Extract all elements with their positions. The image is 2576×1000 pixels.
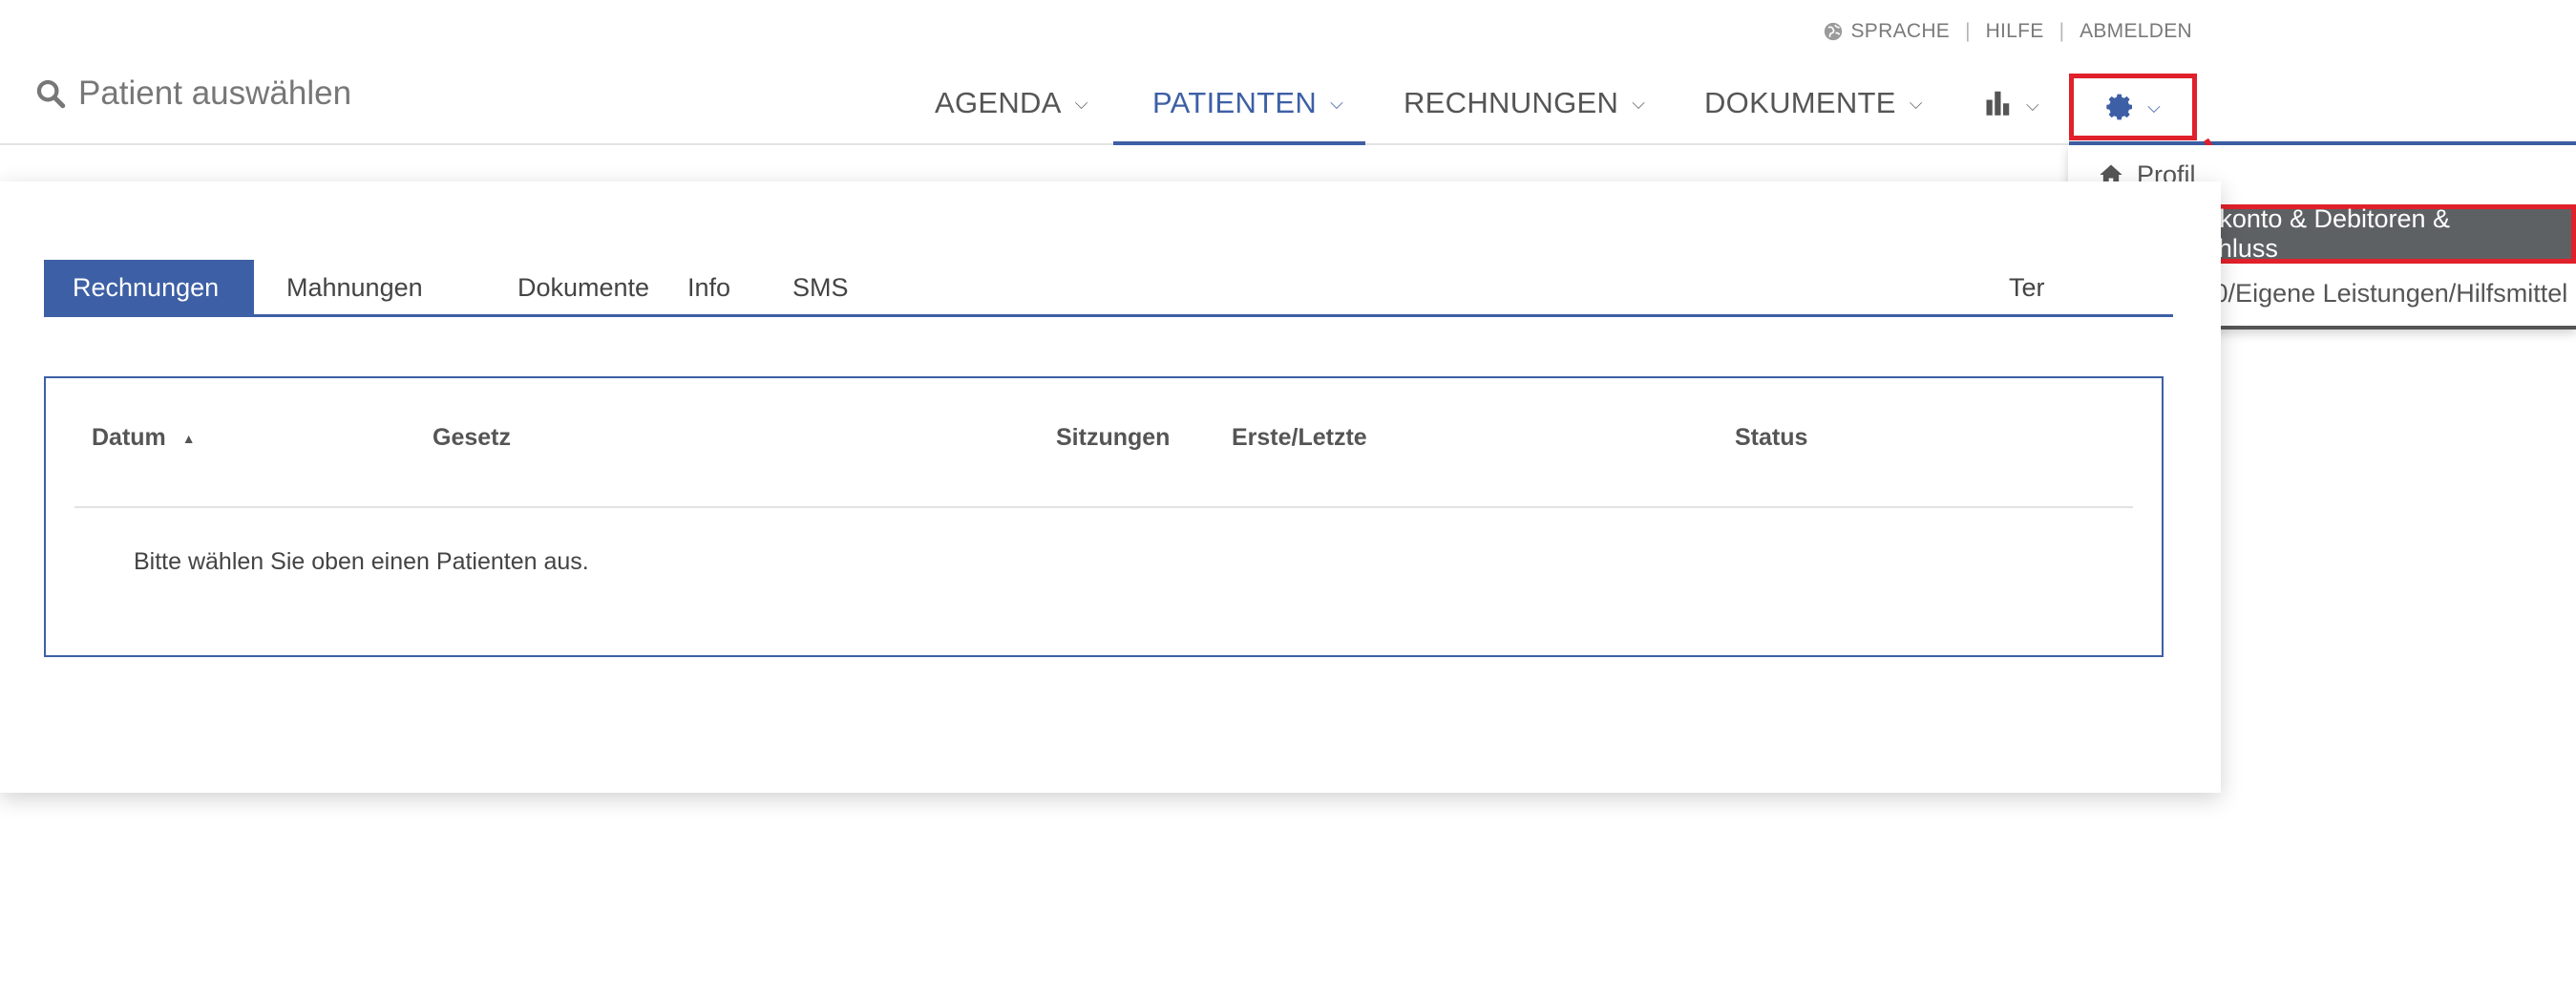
separator: | (1965, 20, 1971, 42)
patient-search-label: Patient auswählen (78, 74, 352, 112)
tab-bar: Rechnungen Mahnungen Dokumente Info SMS … (44, 260, 2173, 317)
search-icon (36, 79, 66, 109)
chevron-down-icon: ⌵ (2147, 96, 2161, 117)
chevron-down-icon: ⌵ (1074, 94, 1088, 113)
column-header-label: Gesetz (433, 424, 511, 451)
invoice-table: Datum ▲ Gesetz Sitzungen Erste/Letzte St… (44, 376, 2164, 657)
bar-chart-icon (1986, 91, 2010, 116)
tab-mahnungen[interactable]: Mahnungen (258, 260, 452, 315)
column-header-label: Sitzungen (1056, 424, 1171, 451)
column-header-sitzungen[interactable]: Sitzungen (1056, 424, 1170, 452)
sort-ascending-icon: ▲ (181, 431, 196, 447)
column-header-datum[interactable]: Datum ▲ (92, 424, 196, 452)
nav-rechnungen[interactable]: RECHNUNGEN ⌵ (1404, 73, 1645, 145)
column-header-label: Erste/Letzte (1232, 424, 1367, 451)
nav-dokumente-label: DOKUMENTE (1704, 86, 1896, 119)
header-divider (74, 506, 2133, 508)
chevron-down-icon: ⌵ (1330, 94, 1344, 113)
tab-label: Ter (2009, 272, 2045, 302)
column-header-gesetz[interactable]: Gesetz (433, 424, 511, 452)
tab-rechnungen[interactable]: Rechnungen (44, 260, 254, 315)
chevron-down-icon: ⌵ (1909, 94, 1923, 113)
globe-icon (1825, 22, 1843, 41)
column-header-label: Status (1735, 424, 1808, 451)
tab-label: Rechnungen (73, 272, 220, 302)
utility-links: SPRACHE | HILFE | ABMELDEN (1824, 17, 2192, 46)
help-link[interactable]: HILFE (1986, 20, 2044, 43)
tab-info[interactable]: Info (659, 260, 759, 315)
column-header-label: Datum (92, 424, 166, 451)
tab-truncated[interactable]: Ter (2009, 260, 2045, 315)
tab-label: Info (687, 272, 731, 302)
empty-state-message: Bitte wählen Sie oben einen Patienten au… (134, 548, 589, 575)
chevron-down-icon: ⌵ (1632, 94, 1646, 113)
patient-search[interactable]: Patient auswählen (34, 74, 351, 113)
tab-dokumente[interactable]: Dokumente (489, 260, 678, 315)
nav-dokumente[interactable]: DOKUMENTE ⌵ (1704, 73, 1923, 145)
menu-item-label: Bankkonto & Debitoren & Abschluss (2160, 204, 2451, 263)
tab-sms[interactable]: SMS (764, 260, 877, 315)
nav-agenda[interactable]: AGENDA ⌵ (935, 73, 1088, 145)
main-card: Rechnungen Mahnungen Dokumente Info SMS … (0, 181, 2221, 793)
separator: | (2059, 20, 2065, 42)
nav-agenda-label: AGENDA (935, 86, 1062, 119)
nav-patienten-label: PATIENTEN (1152, 86, 1318, 119)
tab-label: Dokumente (517, 272, 650, 302)
tab-label: SMS (792, 272, 849, 302)
chevron-down-icon: ⌵ (2026, 96, 2039, 115)
column-header-status[interactable]: Status (1735, 424, 1807, 452)
nav-patienten[interactable]: PATIENTEN ⌵ (1113, 73, 1365, 145)
logout-link[interactable]: ABMELDEN (2080, 20, 2192, 43)
tab-label: Mahnungen (286, 272, 423, 302)
language-link[interactable]: SPRACHE (1850, 20, 1950, 43)
settings-menu-button[interactable]: ⌵ (2069, 74, 2197, 140)
nav-rechnungen-label: RECHNUNGEN (1404, 86, 1619, 119)
gear-icon (2106, 94, 2133, 120)
nav-statistics[interactable]: ⌵ (1984, 73, 2039, 145)
column-header-erste-letzte[interactable]: Erste/Letzte (1232, 424, 1367, 452)
